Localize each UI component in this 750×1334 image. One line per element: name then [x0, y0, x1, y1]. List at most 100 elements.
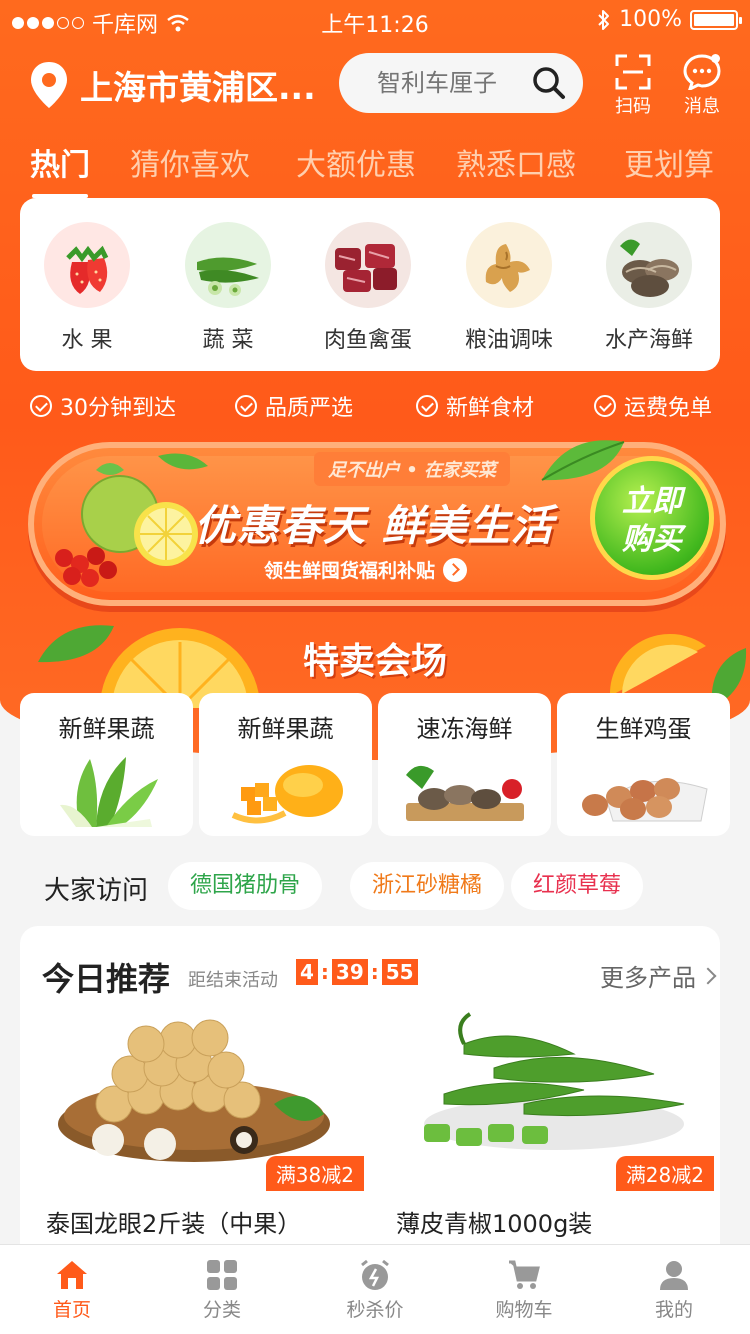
status-bar: 千库网 上午11:26 100% — [0, 0, 750, 40]
category-grain-oil[interactable]: 粮油调味 — [444, 222, 574, 354]
battery-icon — [690, 9, 742, 30]
search-bar[interactable] — [339, 53, 583, 113]
tabbar-category[interactable]: 分类 — [172, 1259, 272, 1322]
category-vegetable[interactable]: 蔬 菜 — [163, 222, 293, 354]
banner-title: 优惠春天 鲜美生活 — [194, 501, 554, 550]
check-circle-icon — [594, 395, 616, 417]
cart-icon — [509, 1260, 540, 1289]
special-item-fresh-veg[interactable]: 新鲜果蔬 — [20, 693, 193, 836]
home-icon — [57, 1261, 87, 1289]
scan-icon — [615, 54, 651, 90]
special-item-label: 速冻海鲜 — [416, 715, 513, 743]
scan-button[interactable]: 扫码 — [603, 54, 663, 118]
countdown-label: 距结束活动 — [188, 970, 278, 991]
okra-icon — [185, 222, 271, 308]
bluetooth-icon — [598, 9, 610, 30]
special-item-label: 新鲜果蔬 — [237, 715, 334, 743]
special-item-fresh-eggs[interactable]: 生鲜鸡蛋 — [557, 693, 730, 836]
category-card: 水 果 蔬 菜 肉鱼禽蛋 粮油调味 水产海鲜 — [20, 198, 720, 371]
tab-familiar-taste[interactable]: 熟悉口感 — [456, 140, 576, 184]
strawberry-icon — [44, 222, 130, 308]
promo-badge: 满38减2 — [265, 1156, 364, 1191]
feature-item: 运费免单 — [594, 390, 712, 422]
special-item-label: 新鲜果蔬 — [58, 715, 155, 743]
arrow-right-icon — [443, 557, 468, 582]
category-tabs: 热门 猜你喜欢 大额优惠 熟悉口感 更划算 — [0, 140, 750, 198]
ginger-icon — [466, 222, 552, 308]
location-pin-icon — [31, 62, 67, 108]
timer-minutes: 39 — [331, 959, 368, 985]
tabbar-profile[interactable]: 我的 — [624, 1259, 724, 1322]
feature-item: 品质严选 — [235, 390, 353, 422]
search-icon[interactable] — [531, 65, 567, 101]
banner-subtitle: 领生鲜囤货福利补贴 — [264, 556, 468, 583]
check-circle-icon — [416, 395, 438, 417]
special-item-fresh-fruit[interactable]: 新鲜果蔬 — [199, 693, 372, 836]
popular-searches-label: 大家访问 — [44, 876, 149, 906]
user-icon — [660, 1261, 688, 1290]
timer-seconds: 55 — [381, 959, 418, 985]
tabbar-flash-sale[interactable]: 秒杀价 — [325, 1259, 425, 1322]
product-name: 泰国龙眼2斤装（中果） — [46, 1210, 302, 1238]
top-header: 上海市黄浦区... 扫码 消息 — [0, 50, 750, 120]
tab-big-discount[interactable]: 大额优惠 — [296, 140, 416, 184]
category-label: 水产海鲜 — [604, 328, 693, 353]
alarm-icon — [361, 1259, 389, 1290]
category-meat-fish-egg[interactable]: 肉鱼禽蛋 — [303, 222, 433, 354]
meat-icon — [325, 222, 411, 308]
banner-tag: 足不出户 • 在家买菜 — [314, 452, 511, 486]
tab-better-deal[interactable]: 更划算 — [624, 140, 714, 184]
location-text: 上海市黄浦区... — [80, 68, 316, 107]
clam-icon — [606, 222, 692, 308]
check-circle-icon — [235, 395, 257, 417]
seafood-icon — [406, 765, 524, 821]
category-fruit[interactable]: 水 果 — [22, 222, 152, 354]
product-name: 薄皮青椒1000g装 — [396, 1210, 593, 1238]
countdown-timer: 4 : 39 : 55 — [296, 959, 418, 985]
check-circle-icon — [30, 395, 52, 417]
promo-badge: 满28减2 — [615, 1156, 714, 1191]
tab-guess-you-like[interactable]: 猜你喜欢 — [130, 140, 250, 184]
eggs-icon — [582, 778, 708, 822]
search-chip[interactable]: 红颜草莓 — [511, 862, 644, 910]
message-label: 消息 — [684, 96, 720, 117]
timer-hours: 4 — [296, 959, 318, 985]
category-label: 粮油调味 — [464, 328, 553, 353]
recommend-title: 今日推荐 — [42, 960, 171, 998]
category-label: 肉鱼禽蛋 — [323, 328, 412, 353]
service-features: 30分钟到达 品质严选 新鲜食材 运费免单 — [0, 390, 750, 426]
popular-searches: 大家访问 德国猪肋骨 浙江砂糖橘 红颜草莓 — [0, 860, 750, 910]
citrus-fruit-icon — [55, 453, 208, 587]
feature-item: 30分钟到达 — [30, 390, 176, 422]
bottom-tab-bar: 首页 分类 秒杀价 购物车 我的 — [0, 1244, 750, 1334]
tab-hot[interactable]: 热门 — [30, 140, 90, 198]
mango-icon — [231, 765, 343, 824]
product-card[interactable]: 满28减2 薄皮青椒1000g装 — [390, 1004, 720, 1254]
category-label: 蔬 菜 — [202, 328, 254, 353]
special-sale-row: 新鲜果蔬 新鲜果蔬 速冻海鲜 生鲜鸡蛋 — [20, 693, 730, 836]
recommend-card: 今日推荐 距结束活动 4 : 39 : 55 更多产品 满38减2 泰国龙眼2斤… — [20, 926, 720, 1256]
grid-icon — [207, 1260, 237, 1290]
chevron-right-icon — [699, 967, 717, 984]
feature-item: 新鲜食材 — [416, 390, 534, 422]
special-item-frozen-seafood[interactable]: 速冻海鲜 — [378, 693, 551, 836]
promo-banner[interactable]: 足不出户 • 在家买菜 优惠春天 鲜美生活 领生鲜囤货福利补贴 立即 购买 — [28, 440, 726, 606]
search-chip[interactable]: 德国猪肋骨 — [168, 862, 323, 910]
battery-percent: 100% — [619, 7, 682, 32]
scan-label: 扫码 — [615, 96, 651, 117]
tabbar-home[interactable]: 首页 — [22, 1259, 122, 1322]
product-card[interactable]: 满38减2 泰国龙眼2斤装（中果） — [40, 1004, 370, 1254]
special-sale-title: 特卖会场 — [302, 641, 447, 682]
category-seafood[interactable]: 水产海鲜 — [584, 222, 714, 354]
category-label: 水 果 — [61, 328, 113, 353]
more-products-link[interactable]: 更多产品 — [600, 958, 717, 993]
special-item-label: 生鲜鸡蛋 — [595, 715, 692, 743]
bok-choy-icon — [60, 757, 158, 827]
location-selector[interactable]: 上海市黄浦区... — [28, 60, 316, 110]
message-badge — [711, 54, 720, 63]
search-input[interactable] — [377, 69, 527, 97]
search-chip[interactable]: 浙江砂糖橘 — [350, 862, 505, 910]
buy-now-button[interactable]: 立即 购买 — [590, 456, 714, 580]
tabbar-cart[interactable]: 购物车 — [474, 1259, 574, 1322]
message-button[interactable]: 消息 — [672, 54, 732, 118]
